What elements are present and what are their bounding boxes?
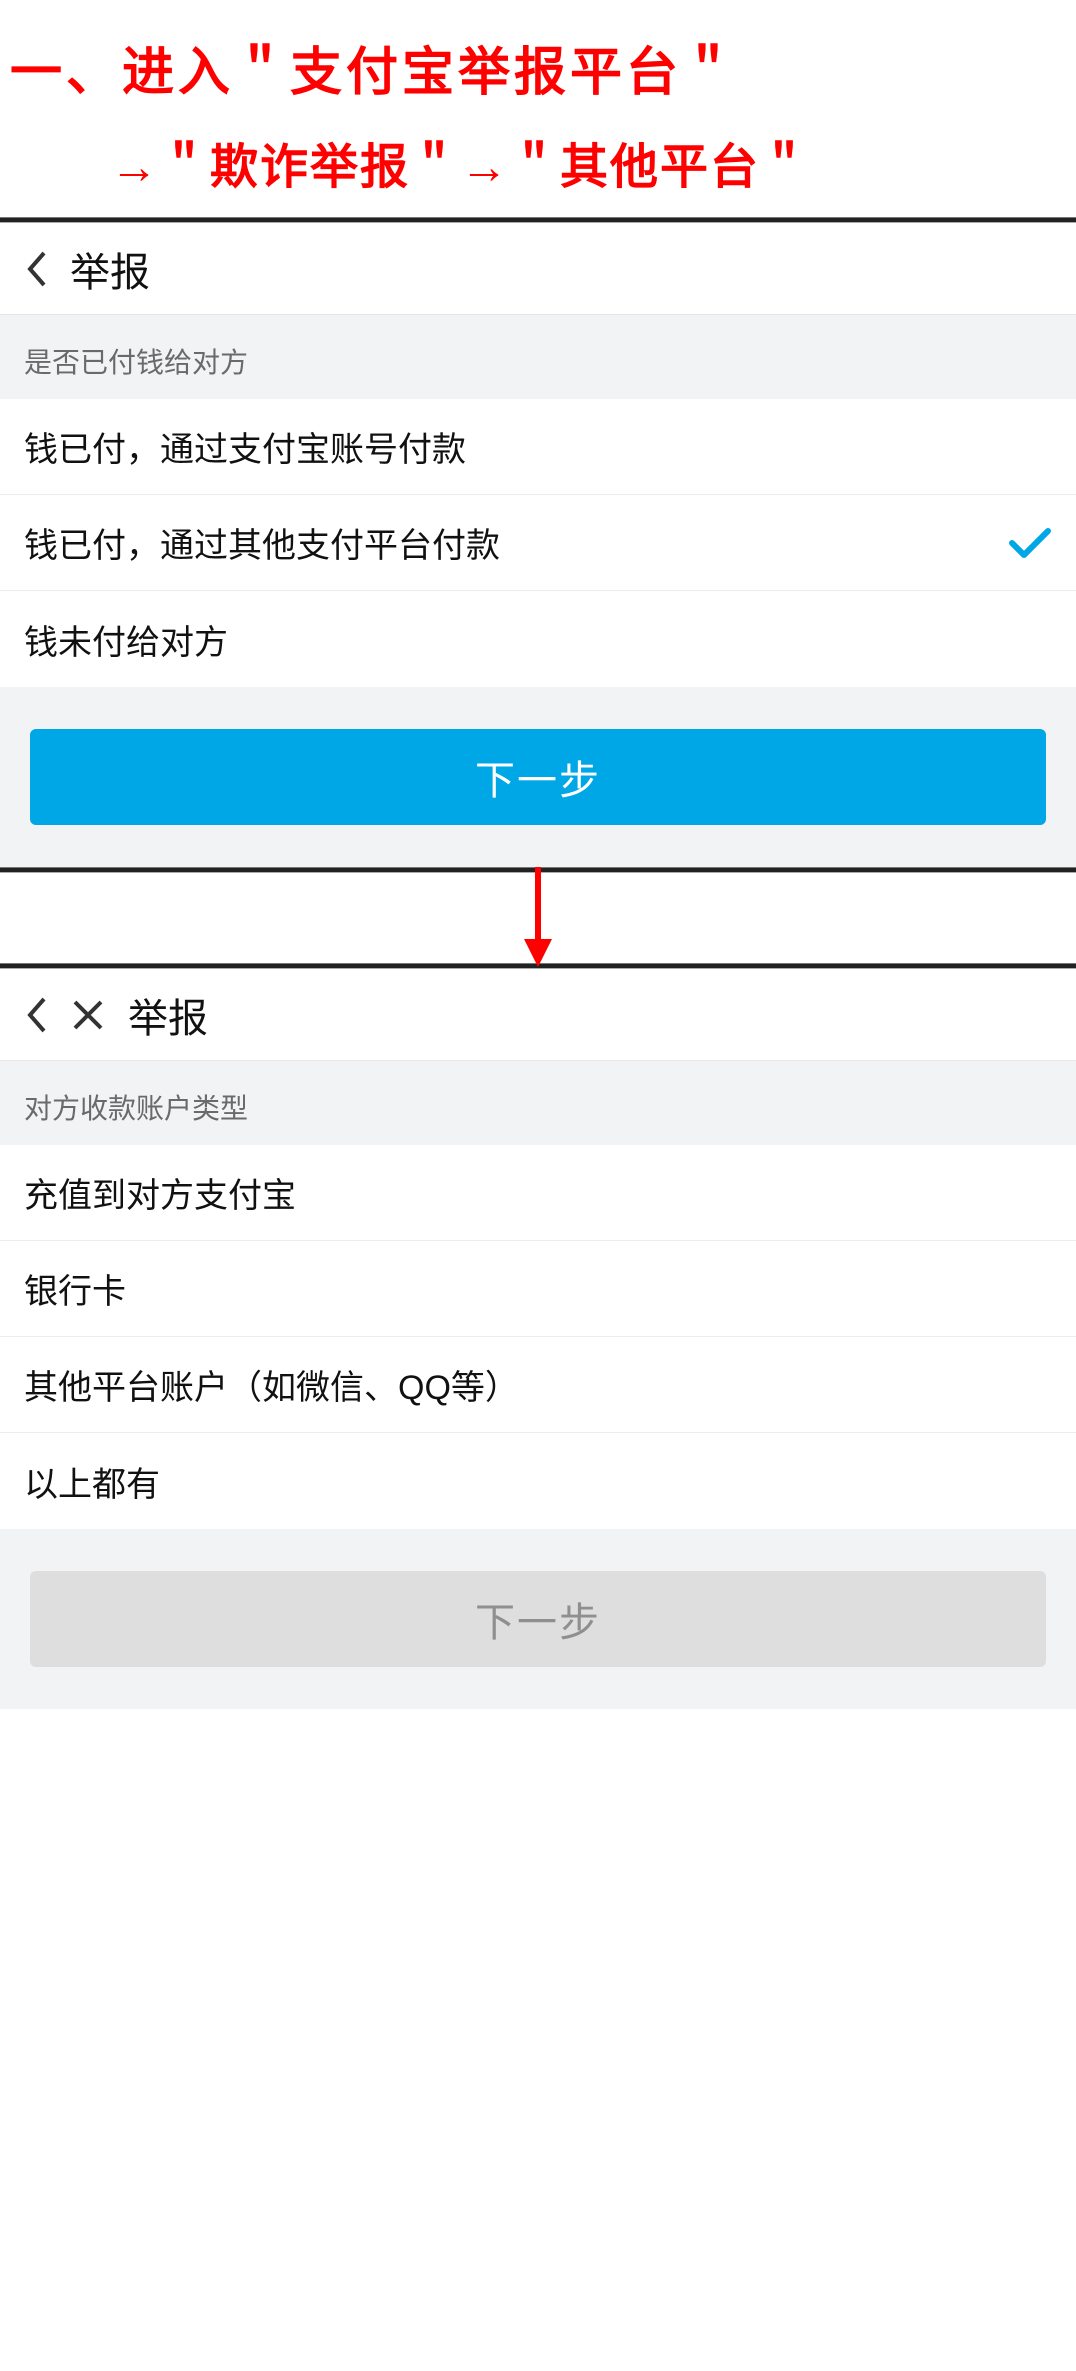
next-button[interactable]: 下一步 (30, 729, 1046, 825)
option-label: 银行卡 (24, 1264, 126, 1313)
option-label: 充值到对方支付宝 (24, 1168, 296, 1217)
option-label: 钱已付，通过支付宝账号付款 (24, 422, 466, 471)
back-icon[interactable] (24, 249, 48, 289)
option-all-above[interactable]: 以上都有 (0, 1433, 1076, 1529)
screen-payment-status: 举报 是否已付钱给对方 钱已付，通过支付宝账号付款 钱已付，通过其他支付平台付款… (0, 223, 1076, 867)
option-not-paid[interactable]: 钱未付给对方 (0, 591, 1076, 687)
close-icon[interactable] (70, 997, 106, 1033)
option-label: 钱已付，通过其他支付平台付款 (24, 518, 500, 567)
option-label: 钱未付给对方 (24, 615, 228, 664)
options-list-payment: 钱已付，通过支付宝账号付款 钱已付，通过其他支付平台付款 钱未付给对方 (0, 399, 1076, 687)
screen-account-type: 举报 对方收款账户类型 充值到对方支付宝 银行卡 其他平台账户（如微信、QQ等）… (0, 969, 1076, 1709)
option-bank-card[interactable]: 银行卡 (0, 1241, 1076, 1337)
option-recharge-alipay[interactable]: 充值到对方支付宝 (0, 1145, 1076, 1241)
back-icon[interactable] (24, 995, 48, 1035)
instruction-header: 一、进入＂支付宝举报平台＂ →＂欺诈举报＂→＂其他平台＂ (0, 0, 1076, 217)
section-label-account-type: 对方收款账户类型 (0, 1061, 1076, 1145)
checkmark-icon (1008, 525, 1052, 561)
option-paid-other-platform[interactable]: 钱已付，通过其他支付平台付款 (0, 495, 1076, 591)
option-paid-alipay[interactable]: 钱已付，通过支付宝账号付款 (0, 399, 1076, 495)
option-label: 以上都有 (24, 1457, 160, 1506)
page-title: 举报 (128, 986, 208, 1044)
option-other-platform-account[interactable]: 其他平台账户（如微信、QQ等） (0, 1337, 1076, 1433)
next-button-disabled: 下一步 (30, 1571, 1046, 1667)
titlebar: 举报 (0, 969, 1076, 1061)
section-label-payment: 是否已付钱给对方 (0, 315, 1076, 399)
option-label: 其他平台账户（如微信、QQ等） (24, 1360, 519, 1409)
page-title: 举报 (70, 240, 150, 298)
options-list-account-type: 充值到对方支付宝 银行卡 其他平台账户（如微信、QQ等） 以上都有 (0, 1145, 1076, 1529)
instruction-line-1: 一、进入＂支付宝举报平台＂ (10, 30, 1066, 105)
button-area: 下一步 (0, 687, 1076, 867)
instruction-line-2: →＂欺诈举报＂→＂其他平台＂ (10, 127, 1066, 197)
flow-arrow (0, 873, 1076, 963)
titlebar: 举报 (0, 223, 1076, 315)
button-area: 下一步 (0, 1529, 1076, 1709)
